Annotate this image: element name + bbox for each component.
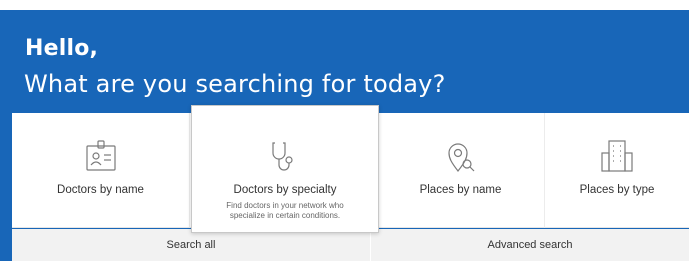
location-search-icon — [447, 143, 474, 172]
search-options-bar: Search all Advanced search — [12, 229, 689, 261]
building-icon — [601, 140, 633, 172]
search-prompt-heading: What are you searching for today? — [24, 70, 446, 98]
card-doctors-by-name[interactable]: Doctors by name — [12, 113, 190, 228]
stethoscope-icon — [272, 142, 293, 171]
card-label: Doctors by specialty — [233, 184, 337, 196]
card-doctors-by-specialty[interactable]: Doctors by specialty Find doctors in you… — [191, 105, 379, 233]
card-label: Doctors by name — [57, 184, 144, 196]
card-places-by-name[interactable]: Places by name — [377, 113, 545, 228]
greeting-heading: Hello, — [25, 36, 99, 61]
card-label: Places by type — [579, 184, 655, 196]
card-places-by-type[interactable]: Places by type — [545, 113, 689, 228]
card-label: Places by name — [419, 184, 502, 196]
card-description: Find doctors in your network who special… — [226, 201, 344, 220]
search-all-link[interactable]: Search all — [12, 229, 371, 261]
id-badge-icon — [85, 140, 116, 171]
advanced-search-link[interactable]: Advanced search — [371, 229, 689, 261]
